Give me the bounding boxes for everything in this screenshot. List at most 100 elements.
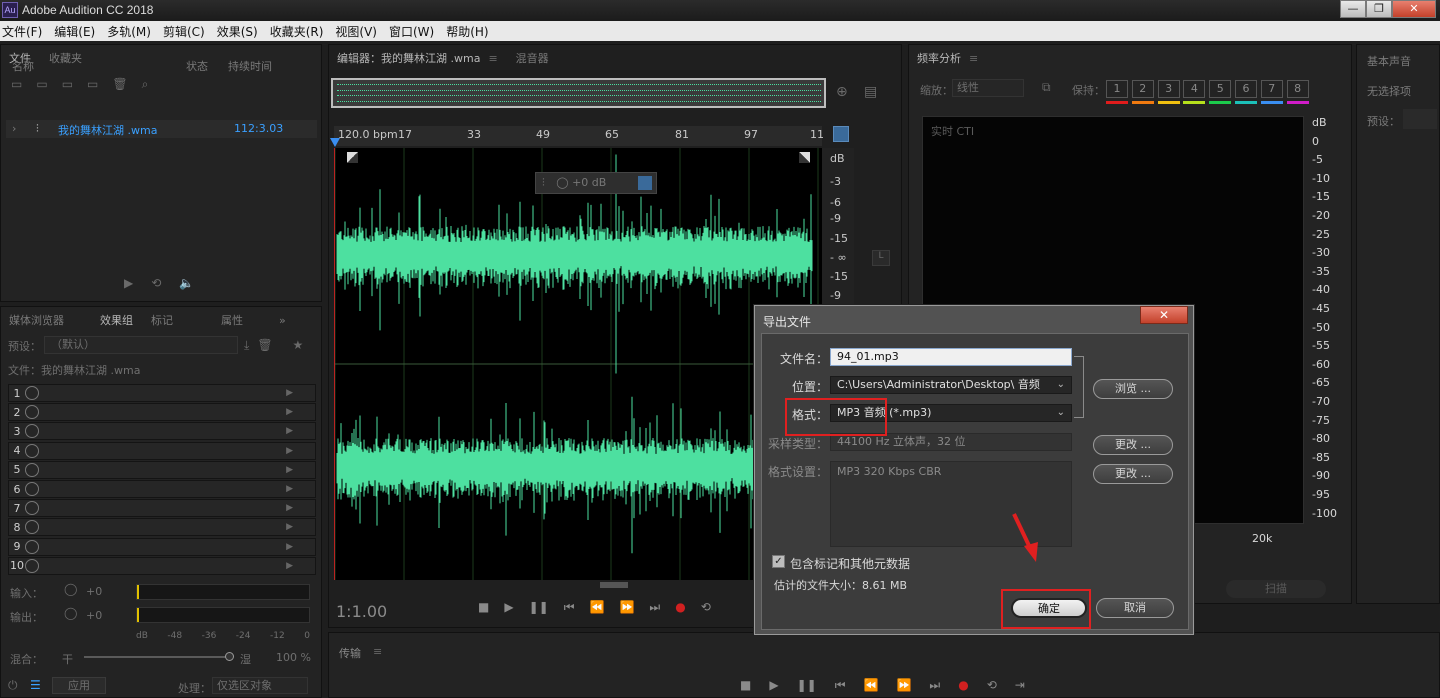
keep-button-8[interactable]: 8 (1286, 80, 1309, 98)
output-knob-icon[interactable]: ◯ (64, 606, 77, 620)
slot-arrow-icon[interactable]: ▶ (286, 388, 293, 398)
import-icon[interactable]: ▭ (87, 77, 98, 92)
process-dropdown[interactable]: 仅选区对象 (212, 677, 308, 694)
overlay-icon[interactable]: ⧉ (1042, 80, 1051, 95)
include-markers-checkbox[interactable]: ✓ (772, 555, 785, 568)
playhead-marker[interactable] (330, 138, 340, 147)
effect-slot[interactable]: 6 ▶ (8, 480, 316, 498)
go-end-icon[interactable]: ⏭ (929, 678, 940, 693)
file-row[interactable]: › ⫶ 我的舞林江湖 .wma 112:3.03 (6, 120, 317, 138)
slot-arrow-icon[interactable]: ▶ (286, 465, 293, 475)
panel-menu-icon[interactable]: ≡ (488, 52, 497, 65)
play-icon[interactable]: ▶ (504, 600, 513, 615)
hud-knob-icon[interactable]: ◯ (556, 176, 568, 189)
keep-button-5[interactable]: 5 (1209, 80, 1232, 98)
basic-sound-title[interactable]: 基本声音 (1367, 53, 1411, 69)
rewind-icon[interactable]: ⏪ (864, 678, 879, 693)
slot-arrow-icon[interactable]: ▶ (286, 426, 293, 436)
save-preset-icon[interactable]: ⤓ (244, 338, 249, 353)
power-icon[interactable]: ⏻ (8, 678, 18, 693)
search-icon[interactable]: ⌕ (142, 77, 149, 92)
tab-properties[interactable]: 属性 (221, 312, 243, 328)
transport-title[interactable]: 传输 (339, 645, 361, 661)
folder-icon[interactable]: ▭ (11, 77, 22, 92)
play-icon[interactable]: ▶ (769, 678, 778, 693)
location-dropdown[interactable]: C:\Users\Administrator\Desktop\ 音频 ⌄ (830, 376, 1072, 394)
keep-button-4[interactable]: 4 (1183, 80, 1206, 98)
rewind-icon[interactable]: ⏪ (590, 600, 605, 615)
stop-icon[interactable]: ■ (740, 678, 751, 693)
panel-overflow-icon[interactable]: » (279, 314, 286, 327)
panel-menu-icon[interactable]: ≡ (969, 52, 978, 65)
browse-button[interactable]: 浏览 ... (1093, 379, 1173, 399)
freq-scale-dropdown[interactable]: 线性 (952, 79, 1024, 97)
favorite-star-icon[interactable]: ★ (293, 338, 304, 353)
slot-arrow-icon[interactable]: ▶ (286, 542, 293, 552)
column-status[interactable]: 状态 (186, 58, 228, 74)
go-end-icon[interactable]: ⏭ (649, 600, 660, 615)
freq-panel-title[interactable]: 频率分析 (917, 50, 961, 66)
effect-slot[interactable]: 3 ▶ (8, 422, 316, 441)
trash-icon[interactable]: 🗑 (112, 77, 127, 92)
waveform-display[interactable]: ⫶ ◯ +0 dB (334, 148, 822, 580)
slot-arrow-icon[interactable]: ▶ (286, 522, 293, 532)
slot-arrow-icon[interactable]: ▶ (286, 503, 293, 513)
apply-button[interactable]: 应用 (52, 677, 106, 694)
delete-preset-icon[interactable]: 🗑 (257, 338, 272, 353)
go-start-icon[interactable]: ⏮ (564, 600, 575, 615)
waveform-overview[interactable] (331, 78, 826, 108)
filename-input[interactable]: 94_01.mp3 (830, 348, 1072, 366)
channel-l-toggle[interactable]: L (872, 250, 890, 266)
fade-out-handle[interactable] (799, 152, 810, 163)
menu-multitrack[interactable]: 多轨(M) (107, 23, 151, 40)
record-icon[interactable]: ● (958, 678, 968, 693)
time-ruler[interactable]: 120.0 bpm 17 33 49 65 81 97 11 (334, 126, 824, 146)
slot-power-icon[interactable] (25, 462, 39, 477)
slot-power-icon[interactable] (25, 386, 39, 400)
slot-power-icon[interactable] (25, 424, 39, 439)
dialog-close-button[interactable]: ✕ (1140, 306, 1188, 324)
keep-button-7[interactable]: 7 (1260, 80, 1283, 98)
panel-menu-icon[interactable]: ≡ (373, 645, 382, 658)
effect-slot[interactable]: 10 ▶ (8, 556, 316, 575)
menu-help[interactable]: 帮助(H) (446, 23, 488, 40)
rack-list-icon[interactable]: ☰ (30, 678, 41, 692)
menu-effects[interactable]: 效果(S) (217, 23, 258, 40)
loop-icon[interactable]: ⟲ (151, 276, 161, 290)
menu-view[interactable]: 视图(V) (335, 23, 377, 40)
slot-power-icon[interactable] (25, 501, 39, 516)
effect-slot[interactable]: 4 ▶ (8, 441, 316, 460)
mix-slider-handle[interactable] (225, 652, 234, 661)
effect-slot[interactable]: 7 ▶ (8, 499, 316, 518)
expand-chevron-icon[interactable]: › (12, 122, 16, 135)
cancel-button[interactable]: 取消 (1096, 598, 1174, 618)
hud-volume[interactable]: ⫶ ◯ +0 dB (535, 172, 657, 194)
slot-power-icon[interactable] (25, 405, 39, 420)
slot-power-icon[interactable] (25, 520, 39, 535)
slot-arrow-icon[interactable]: ▶ (286, 446, 293, 456)
hud-pin-icon[interactable] (638, 176, 652, 190)
menu-window[interactable]: 窗口(W) (389, 23, 434, 40)
slot-arrow-icon[interactable]: ▶ (286, 561, 293, 571)
menu-file[interactable]: 文件(F) (2, 23, 42, 40)
effect-slot[interactable]: 8 ▶ (8, 518, 316, 537)
pause-icon[interactable]: ❚❚ (529, 600, 549, 615)
go-start-icon[interactable]: ⏮ (835, 678, 846, 693)
keep-button-6[interactable]: 6 (1235, 80, 1257, 98)
volume-icon[interactable]: 🔈 (179, 276, 194, 290)
menu-edit[interactable]: 编辑(E) (54, 23, 95, 40)
scan-button[interactable]: 扫描 (1226, 580, 1326, 598)
effect-slot[interactable]: 2 ▶ (8, 403, 316, 422)
input-knob-icon[interactable]: ◯ (64, 582, 77, 596)
basic-preset-dropdown[interactable] (1403, 109, 1437, 129)
close-window-button[interactable]: ✕ (1392, 0, 1436, 18)
fast-forward-icon[interactable]: ⏩ (896, 678, 911, 693)
keep-button-1[interactable]: 1 (1106, 80, 1128, 98)
minimize-button[interactable]: — (1340, 0, 1366, 18)
slot-power-icon[interactable] (25, 443, 39, 458)
tab-mixer[interactable]: 混音器 (516, 50, 549, 66)
record-icon[interactable]: ● (675, 600, 685, 615)
fade-in-handle[interactable] (347, 152, 358, 163)
slot-power-icon[interactable] (25, 482, 39, 496)
horizontal-scroll-handle[interactable] (600, 582, 628, 588)
